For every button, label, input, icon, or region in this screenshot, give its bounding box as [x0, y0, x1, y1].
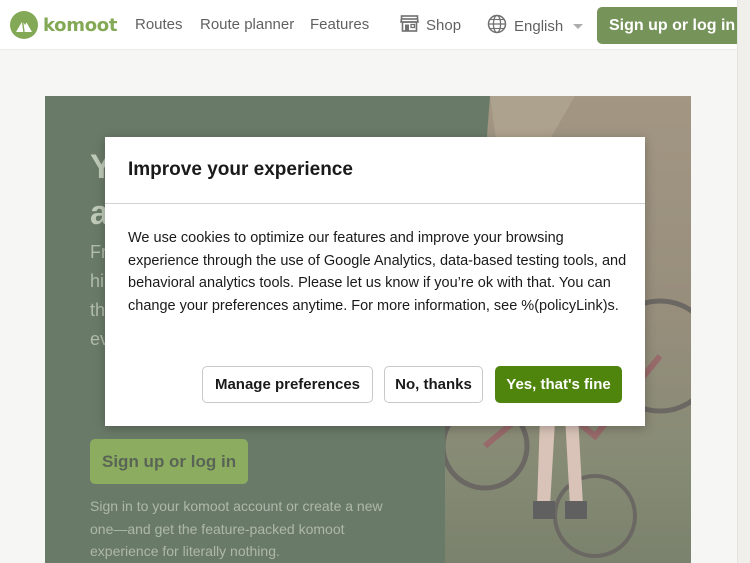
manage-preferences-button[interactable]: Manage preferences — [202, 366, 373, 403]
decline-button[interactable]: No, thanks — [384, 366, 483, 403]
dialog-divider — [105, 203, 645, 204]
dialog-body-text: We use cookies to optimize our features … — [128, 230, 627, 314]
accept-button[interactable]: Yes, that's fine — [495, 366, 622, 403]
cookie-consent-dialog: Improve your experience We use cookies t… — [105, 137, 645, 426]
dialog-title: Improve your experience — [128, 159, 353, 180]
